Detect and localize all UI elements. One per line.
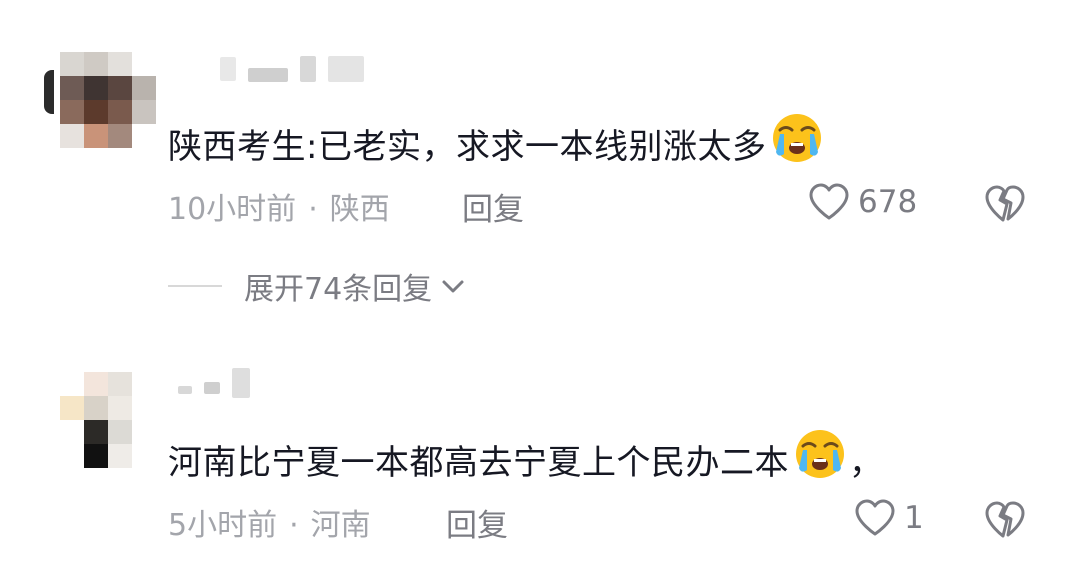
heart-outline-icon (809, 183, 849, 220)
comment-text: 陕西考生:已老实，求求一本线别涨太多 (168, 112, 826, 173)
comment-region: 陕西 (329, 192, 390, 227)
dislike-button[interactable] (984, 184, 1026, 228)
comment-meta: 10小时前 · 陕西 (168, 184, 390, 228)
reply-button[interactable]: 回复 (446, 500, 508, 545)
broken-heart-icon (985, 185, 1025, 222)
broken-heart-icon (985, 501, 1025, 538)
reply-button[interactable]: 回复 (462, 184, 524, 229)
avatar[interactable] (60, 52, 156, 148)
comment-time: 10小时前 (168, 192, 297, 227)
like-button[interactable]: 678 (808, 182, 917, 222)
like-count: 678 (858, 184, 918, 220)
username-blurred[interactable] (220, 56, 364, 82)
meta-separator: · (289, 508, 299, 543)
loudly-crying-face-icon (768, 112, 826, 173)
comment-region: 河南 (310, 508, 371, 543)
username-blurred[interactable] (178, 368, 250, 398)
meta-separator: · (308, 192, 318, 227)
dislike-button[interactable] (984, 500, 1026, 544)
comment-text-body: 陕西考生:已老实，求求一本线别涨太多 (168, 127, 767, 167)
avatar-edge (44, 70, 54, 114)
like-count: 1 (904, 500, 924, 536)
expand-replies-button[interactable]: 展开74条回复 (168, 266, 466, 307)
loudly-crying-face-icon (791, 428, 849, 489)
comment-text: 河南比宁夏一本都高去宁夏上个民办二本 ， (168, 428, 884, 489)
comment-text-body: 河南比宁夏一本都高去宁夏上个民办二本 (168, 443, 789, 483)
chevron-down-icon (442, 280, 464, 293)
expand-replies-label: 展开74条回复 (244, 272, 433, 307)
comment-meta: 5小时前 · 河南 (168, 500, 371, 544)
comment-trailing-punct: ， (849, 443, 884, 483)
like-button[interactable]: 1 (854, 498, 924, 538)
expand-divider (168, 285, 222, 287)
heart-outline-icon (855, 499, 895, 536)
comment-time: 5小时前 (168, 508, 278, 543)
avatar[interactable] (60, 372, 156, 468)
